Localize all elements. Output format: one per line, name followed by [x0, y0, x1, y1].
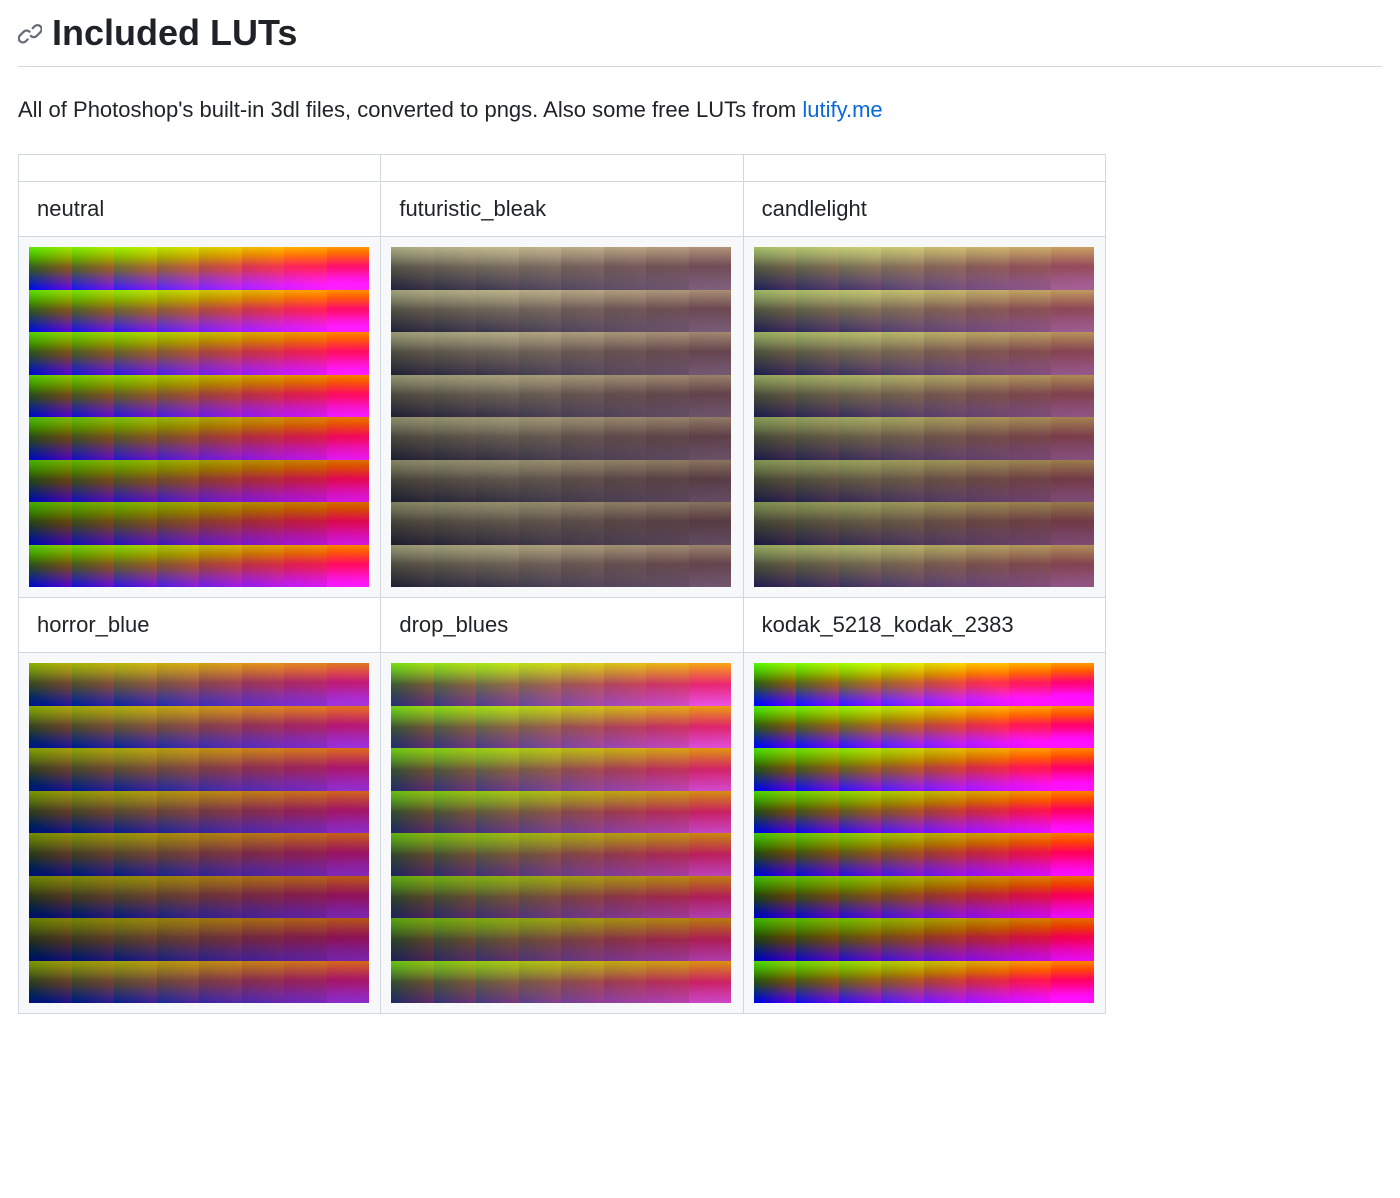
- lut-table: neutral futuristic_bleak candlelight horror…: [18, 154, 1106, 1014]
- lut-name: horror_blue: [37, 612, 150, 637]
- section-heading: Included LUTs: [18, 12, 1382, 67]
- lut-name-cell: neutral: [19, 182, 381, 237]
- lut-name-cell: kodak_5218_kodak_2383: [743, 598, 1105, 653]
- table-header-blank: [743, 155, 1105, 182]
- lut-swatch-cell: [19, 237, 381, 598]
- section-description: All of Photoshop's built-in 3dl files, c…: [18, 93, 1382, 126]
- lut-name-cell: candlelight: [743, 182, 1105, 237]
- lut-swatch: [754, 247, 1094, 587]
- lut-name: candlelight: [762, 196, 867, 221]
- table-header-blank: [19, 155, 381, 182]
- lut-name: kodak_5218_kodak_2383: [762, 612, 1014, 637]
- lut-name: neutral: [37, 196, 104, 221]
- lutify-link[interactable]: lutify.me: [802, 97, 882, 122]
- lut-swatch: [29, 663, 369, 1003]
- lut-swatch-cell: [381, 653, 743, 1014]
- lut-name: drop_blues: [399, 612, 508, 637]
- lut-name-cell: futuristic_bleak: [381, 182, 743, 237]
- lut-name-cell: drop_blues: [381, 598, 743, 653]
- lut-swatch: [391, 663, 731, 1003]
- lut-swatch-cell: [19, 653, 381, 1014]
- lut-name-cell: horror_blue: [19, 598, 381, 653]
- table-header-blank: [381, 155, 743, 182]
- lut-swatch: [391, 247, 731, 587]
- lut-swatch-cell: [381, 237, 743, 598]
- description-prefix: All of Photoshop's built-in 3dl files, c…: [18, 97, 802, 122]
- lut-swatch: [29, 247, 369, 587]
- section-heading-text: Included LUTs: [52, 12, 297, 54]
- lut-swatch-cell: [743, 653, 1105, 1014]
- lut-name: futuristic_bleak: [399, 196, 546, 221]
- link-icon[interactable]: [18, 21, 42, 45]
- lut-swatch: [754, 663, 1094, 1003]
- lut-swatch-cell: [743, 237, 1105, 598]
